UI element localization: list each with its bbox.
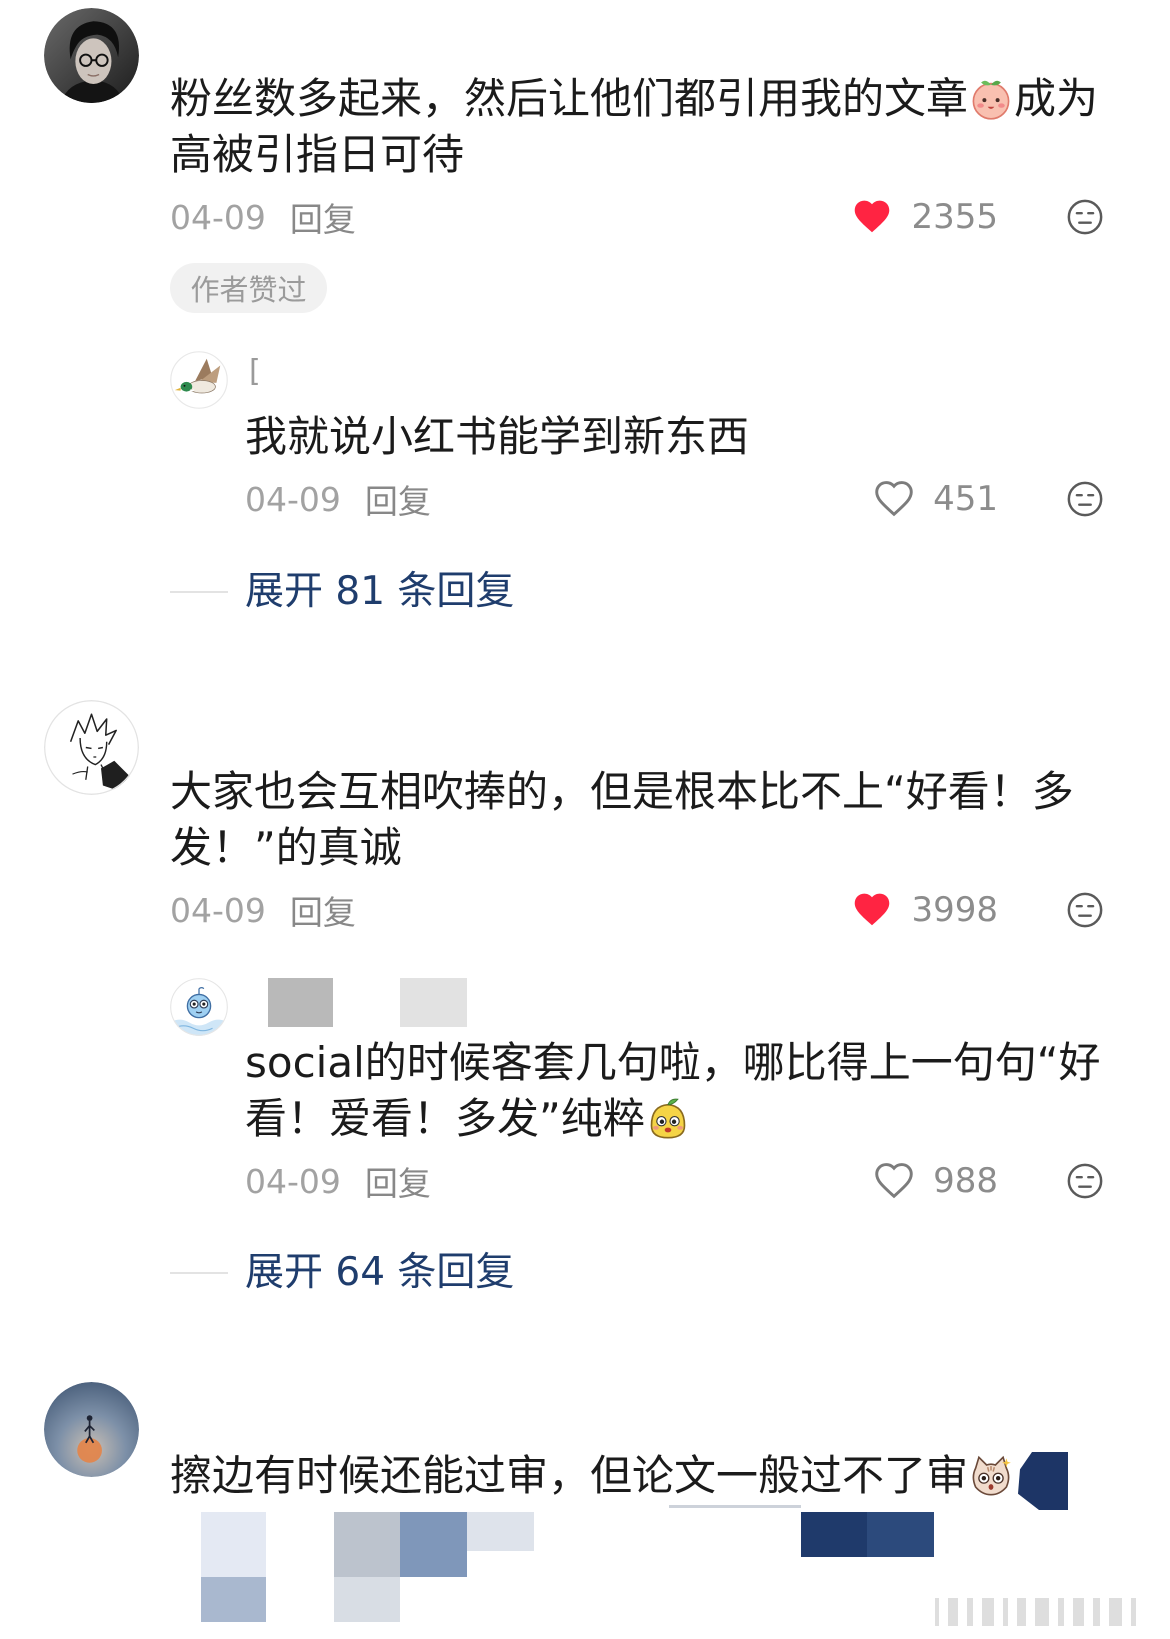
reply-text-segment: 我就说小红书能学到新东西	[245, 412, 750, 461]
comment-text-line: 高被引指日可待	[170, 127, 1120, 183]
redaction-mosaic-block	[669, 1505, 801, 1508]
commenter-avatar[interactable]	[44, 700, 139, 795]
like-count: 988	[933, 1161, 998, 1201]
reply-text-segment: 看！爱看！多发”纯粹	[245, 1094, 645, 1143]
dislike-face-icon[interactable]	[1066, 891, 1104, 929]
reply-text-line: social的时候客套几句啦，哪比得上一句句“好	[245, 1035, 1120, 1091]
reply-button[interactable]: 回复	[365, 475, 431, 523]
reply-username[interactable]: [	[249, 354, 261, 389]
comment-text: 大家也会互相吹捧的，但是根本比不上“好看！多 发！”的真诚	[170, 764, 1120, 876]
blue-cartoon-avatar	[170, 978, 228, 1036]
reply-meta: 04-09 回复	[245, 1161, 431, 1204]
author-liked-badge: 作者赞过	[170, 263, 327, 313]
mallard-duck-avatar	[170, 351, 228, 409]
comment-text-segment: 擦边有时候还能过审，但论文一般过不了审	[170, 1451, 969, 1500]
comment-text: 粉丝数多起来，然后让他们都引用我的文章 成为 高被引指日可待	[170, 71, 1120, 183]
reply-button[interactable]: 回复	[290, 193, 356, 241]
like-button[interactable]: 2355	[851, 197, 998, 237]
expand-replies-button[interactable]: 展开 64 条回复	[245, 1247, 514, 1299]
reply-text: social的时候客套几句啦，哪比得上一句句“好 看！爱看！多发”纯粹	[245, 1035, 1120, 1147]
comment-text: 擦边有时候还能过审，但论文一般过不了审	[170, 1448, 1018, 1504]
commenter-avatar[interactable]	[44, 8, 139, 103]
like-button[interactable]: 988	[873, 1161, 998, 1201]
redacted-username-block	[400, 978, 467, 1027]
like-count: 3998	[911, 890, 998, 930]
reply-text-segment: social的时候客套几句啦，哪比得上一句句“好	[245, 1038, 1101, 1087]
like-button[interactable]: 451	[873, 479, 998, 519]
yellow-blob-emoji	[646, 1097, 690, 1141]
reply-button[interactable]: 回复	[290, 886, 356, 934]
reply-avatar[interactable]	[170, 978, 228, 1036]
redaction-mosaic-block	[201, 1512, 266, 1577]
watermark	[935, 1598, 1157, 1626]
heart-filled-icon	[851, 891, 893, 929]
redaction-mosaic-block	[201, 1577, 266, 1622]
comment-date: 04-09	[170, 890, 266, 930]
comment-date: 04-09	[170, 197, 266, 237]
peach-face-emoji	[969, 77, 1013, 121]
dislike-face-icon[interactable]	[1066, 480, 1104, 518]
dislike-face-icon[interactable]	[1066, 1162, 1104, 1200]
redacted-username-block	[268, 978, 333, 1027]
reply-text: 我就说小红书能学到新东西	[245, 409, 1120, 465]
comment-text-segment: 大家也会互相吹捧的，但是根本比不上“好看！多	[170, 767, 1074, 816]
expand-replies-button[interactable]: 展开 81 条回复	[245, 566, 514, 618]
dislike-face-icon[interactable]	[1066, 198, 1104, 236]
heart-outline-icon	[873, 1162, 915, 1200]
comment-text-segment: 粉丝数多起来，然后让他们都引用我的文章	[170, 74, 969, 123]
like-count: 451	[933, 479, 998, 519]
redaction-mosaic-block	[400, 1512, 467, 1577]
comment-text-segment: 发！”的真诚	[170, 823, 402, 872]
manga-sketch-avatar	[44, 700, 139, 795]
comment-text-line: 发！”的真诚	[170, 820, 1120, 876]
moon-silhouette-avatar	[44, 1382, 139, 1477]
reply-avatar[interactable]	[170, 351, 228, 409]
comment-text-line: 擦边有时候还能过审，但论文一般过不了审	[170, 1448, 1018, 1504]
comment-text-segment: 成为	[1014, 74, 1099, 123]
comment-meta: 04-09 回复	[170, 197, 356, 240]
like-button[interactable]: 3998	[851, 890, 998, 930]
comment-text-segment: 高被引指日可待	[170, 130, 465, 179]
redaction-mosaic-block	[467, 1512, 534, 1551]
expand-divider	[170, 591, 228, 593]
like-count: 2355	[911, 197, 998, 237]
portrait-avatar	[44, 8, 139, 103]
redaction-mosaic-block	[801, 1512, 867, 1557]
comment-text-line: 大家也会互相吹捧的，但是根本比不上“好看！多	[170, 764, 1120, 820]
redaction-mosaic-block	[867, 1512, 934, 1557]
reply-date: 04-09	[245, 1161, 341, 1201]
commenter-avatar[interactable]	[44, 1382, 139, 1477]
expand-divider	[170, 1272, 228, 1274]
comment-text-line: 粉丝数多起来，然后让他们都引用我的文章 成为	[170, 71, 1120, 127]
comment-thread: 粉丝数多起来，然后让他们都引用我的文章 成为 高被引指日可待 04-09 回复 …	[0, 0, 1170, 1639]
redaction-mosaic-block	[334, 1577, 400, 1622]
reply-date: 04-09	[245, 479, 341, 519]
redaction-mosaic-block	[334, 1512, 400, 1577]
heart-outline-icon	[873, 480, 915, 518]
redaction-mosaic	[1018, 1452, 1068, 1510]
cat-face-emoji	[969, 1454, 1013, 1498]
reply-button[interactable]: 回复	[365, 1157, 431, 1205]
heart-filled-icon	[851, 198, 893, 236]
reply-text-line: 看！爱看！多发”纯粹	[245, 1091, 1120, 1147]
reply-meta: 04-09 回复	[245, 479, 431, 522]
comment-meta: 04-09 回复	[170, 890, 356, 933]
reply-text-line: 我就说小红书能学到新东西	[245, 409, 1120, 465]
